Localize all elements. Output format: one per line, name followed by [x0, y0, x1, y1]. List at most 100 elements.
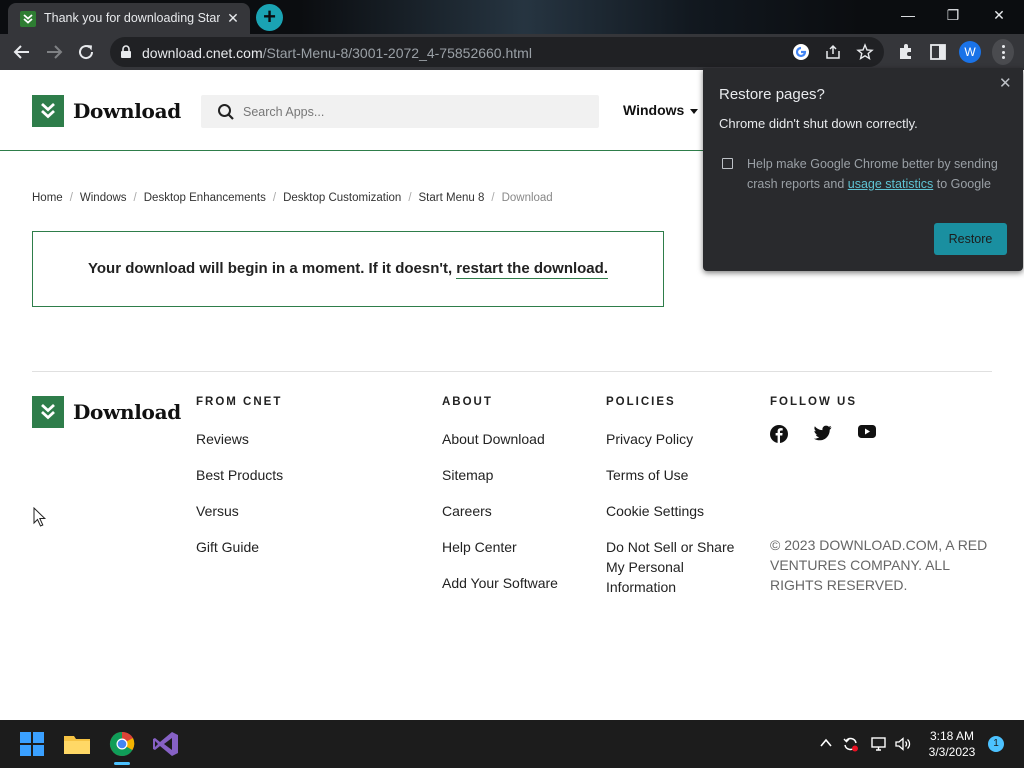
- breadcrumb-desktop-enhancements[interactable]: Desktop Enhancements: [144, 192, 266, 204]
- caret-down-icon: [690, 108, 699, 114]
- footer-link-cookie-settings[interactable]: Cookie Settings: [606, 501, 746, 521]
- dialog-message: Chrome didn't shut down correctly.: [719, 116, 918, 131]
- youtube-icon[interactable]: [858, 425, 876, 439]
- crash-reports-checkbox[interactable]: [722, 158, 733, 169]
- clock-date: 3/3/2023: [928, 745, 976, 759]
- crash-reports-label: Help make Google Chrome better by sendin…: [747, 157, 998, 191]
- forward-arrow-icon[interactable]: [40, 38, 68, 66]
- network-icon[interactable]: [870, 736, 888, 755]
- tab-close-icon[interactable]: ✕: [224, 9, 242, 27]
- search-icon: [218, 104, 234, 120]
- twitter-icon[interactable]: [814, 425, 832, 441]
- breadcrumb-separator: /: [69, 192, 73, 204]
- footer-download-logo[interactable]: Download: [32, 396, 181, 428]
- download-notice: Your download will begin in a moment. If…: [32, 231, 664, 307]
- breadcrumb-desktop-customization[interactable]: Desktop Customization: [283, 192, 401, 204]
- footer-link-gift-guide[interactable]: Gift Guide: [196, 537, 283, 557]
- back-arrow-icon[interactable]: [8, 38, 36, 66]
- breadcrumb-current: Download: [501, 192, 553, 204]
- lock-icon: [121, 45, 131, 58]
- breadcrumb-separator: /: [491, 192, 495, 204]
- new-tab-button[interactable]: +: [256, 4, 283, 31]
- browser-tab-strip: Thank you for downloading Start Menu 8 ✕…: [0, 0, 1024, 34]
- close-window-button[interactable]: ✕: [976, 0, 1022, 30]
- download-favicon-icon: [20, 11, 36, 27]
- chrome-menu-icon[interactable]: [992, 39, 1014, 65]
- footer-column-follow-us: FOLLOW US: [770, 396, 876, 443]
- download-logo-icon: [32, 95, 64, 127]
- profile-avatar[interactable]: W: [959, 41, 981, 63]
- address-bar[interactable]: download.cnet.com/Start-Menu-8/3001-2072…: [110, 37, 884, 67]
- file-explorer-icon[interactable]: [61, 728, 93, 760]
- breadcrumb-separator: /: [272, 192, 277, 204]
- chevron-up-icon[interactable]: [819, 736, 833, 753]
- footer-link-reviews[interactable]: Reviews: [196, 429, 283, 449]
- extensions-puzzle-icon[interactable]: [896, 42, 916, 62]
- footer-link-privacy-policy[interactable]: Privacy Policy: [606, 429, 746, 449]
- breadcrumb-windows[interactable]: Windows: [80, 192, 127, 204]
- breadcrumb-home[interactable]: Home: [32, 192, 63, 204]
- footer-link-about-download[interactable]: About Download: [442, 429, 558, 449]
- download-notice-text: Your download will begin in a moment. If…: [88, 260, 608, 279]
- footer-heading: ABOUT: [442, 396, 493, 408]
- maximize-button[interactable]: ❐: [930, 0, 976, 30]
- facebook-icon[interactable]: [770, 425, 788, 443]
- mouse-cursor-icon: [33, 507, 47, 527]
- url-text: download.cnet.com/Start-Menu-8/3001-2072…: [142, 45, 532, 61]
- dialog-title: Restore pages?: [719, 86, 825, 103]
- browser-toolbar: download.cnet.com/Start-Menu-8/3001-2072…: [0, 34, 1024, 70]
- close-icon[interactable]: ✕: [999, 74, 1012, 92]
- footer-link-help-center[interactable]: Help Center: [442, 537, 558, 557]
- footer-link-add-software[interactable]: Add Your Software: [442, 573, 558, 593]
- sync-icon[interactable]: [842, 736, 860, 755]
- reload-icon[interactable]: [72, 38, 100, 66]
- side-panel-icon[interactable]: [928, 42, 948, 62]
- breadcrumb-separator: /: [133, 192, 137, 204]
- footer-link-do-not-sell[interactable]: Do Not Sell or Share My Personal Informa…: [606, 537, 746, 597]
- clock-time: 3:18 AM: [929, 729, 975, 743]
- platform-dropdown[interactable]: Windows: [623, 102, 699, 118]
- breadcrumb-separator: /: [408, 192, 412, 204]
- footer-link-versus[interactable]: Versus: [196, 501, 283, 521]
- logo-wordmark: Download: [73, 400, 181, 424]
- google-lens-icon[interactable]: [792, 43, 810, 61]
- minimize-button[interactable]: —: [885, 0, 931, 30]
- windows-taskbar: 3:18 AM 3/3/2023 1: [0, 720, 1024, 768]
- running-app-indicator: [114, 762, 130, 765]
- system-clock[interactable]: 3:18 AM 3/3/2023: [922, 728, 982, 760]
- footer-link-terms-of-use[interactable]: Terms of Use: [606, 465, 746, 485]
- restore-button[interactable]: Restore: [934, 223, 1007, 255]
- footer-link-best-products[interactable]: Best Products: [196, 465, 283, 485]
- footer-link-sitemap[interactable]: Sitemap: [442, 465, 558, 485]
- platform-dropdown-label: Windows: [623, 102, 685, 118]
- footer-heading: FROM CNET: [196, 396, 283, 408]
- footer-heading: POLICIES: [606, 396, 676, 408]
- restart-download-link[interactable]: restart the download.: [456, 260, 608, 279]
- footer-column-policies: POLICIES Privacy Policy Terms of Use Coo…: [606, 396, 746, 613]
- search-input[interactable]: [243, 102, 583, 122]
- browser-tab-active[interactable]: Thank you for downloading Start Menu 8 ✕: [8, 3, 250, 34]
- restore-pages-dialog: Restore pages? ✕ Chrome didn't shut down…: [703, 68, 1023, 271]
- tab-title: Thank you for downloading Start Menu 8: [44, 11, 220, 25]
- download-logo-icon: [32, 396, 64, 428]
- windows-start-icon[interactable]: [16, 728, 48, 760]
- footer-divider: [32, 371, 992, 372]
- usage-statistics-link[interactable]: usage statistics: [848, 177, 933, 191]
- footer-column-from-cnet: FROM CNET Reviews Best Products Versus G…: [196, 396, 283, 573]
- search-bar[interactable]: [201, 95, 599, 128]
- download-logo[interactable]: Download: [32, 95, 181, 127]
- share-icon[interactable]: [824, 43, 842, 61]
- social-links: [770, 425, 876, 443]
- chrome-icon[interactable]: [106, 728, 138, 760]
- footer-link-careers[interactable]: Careers: [442, 501, 558, 521]
- bookmark-star-icon[interactable]: [856, 43, 874, 61]
- notification-badge[interactable]: 1: [988, 736, 1004, 752]
- copyright-text: © 2023 DOWNLOAD.COM, A RED VENTURES COMP…: [770, 537, 988, 593]
- footer-column-about: ABOUT About Download Sitemap Careers Hel…: [442, 396, 558, 609]
- logo-wordmark: Download: [73, 99, 181, 123]
- visual-studio-icon[interactable]: [150, 728, 182, 760]
- volume-icon[interactable]: [894, 736, 912, 755]
- breadcrumb-start-menu-8[interactable]: Start Menu 8: [419, 192, 485, 204]
- footer-heading: FOLLOW US: [770, 396, 857, 408]
- header-divider: [0, 150, 703, 151]
